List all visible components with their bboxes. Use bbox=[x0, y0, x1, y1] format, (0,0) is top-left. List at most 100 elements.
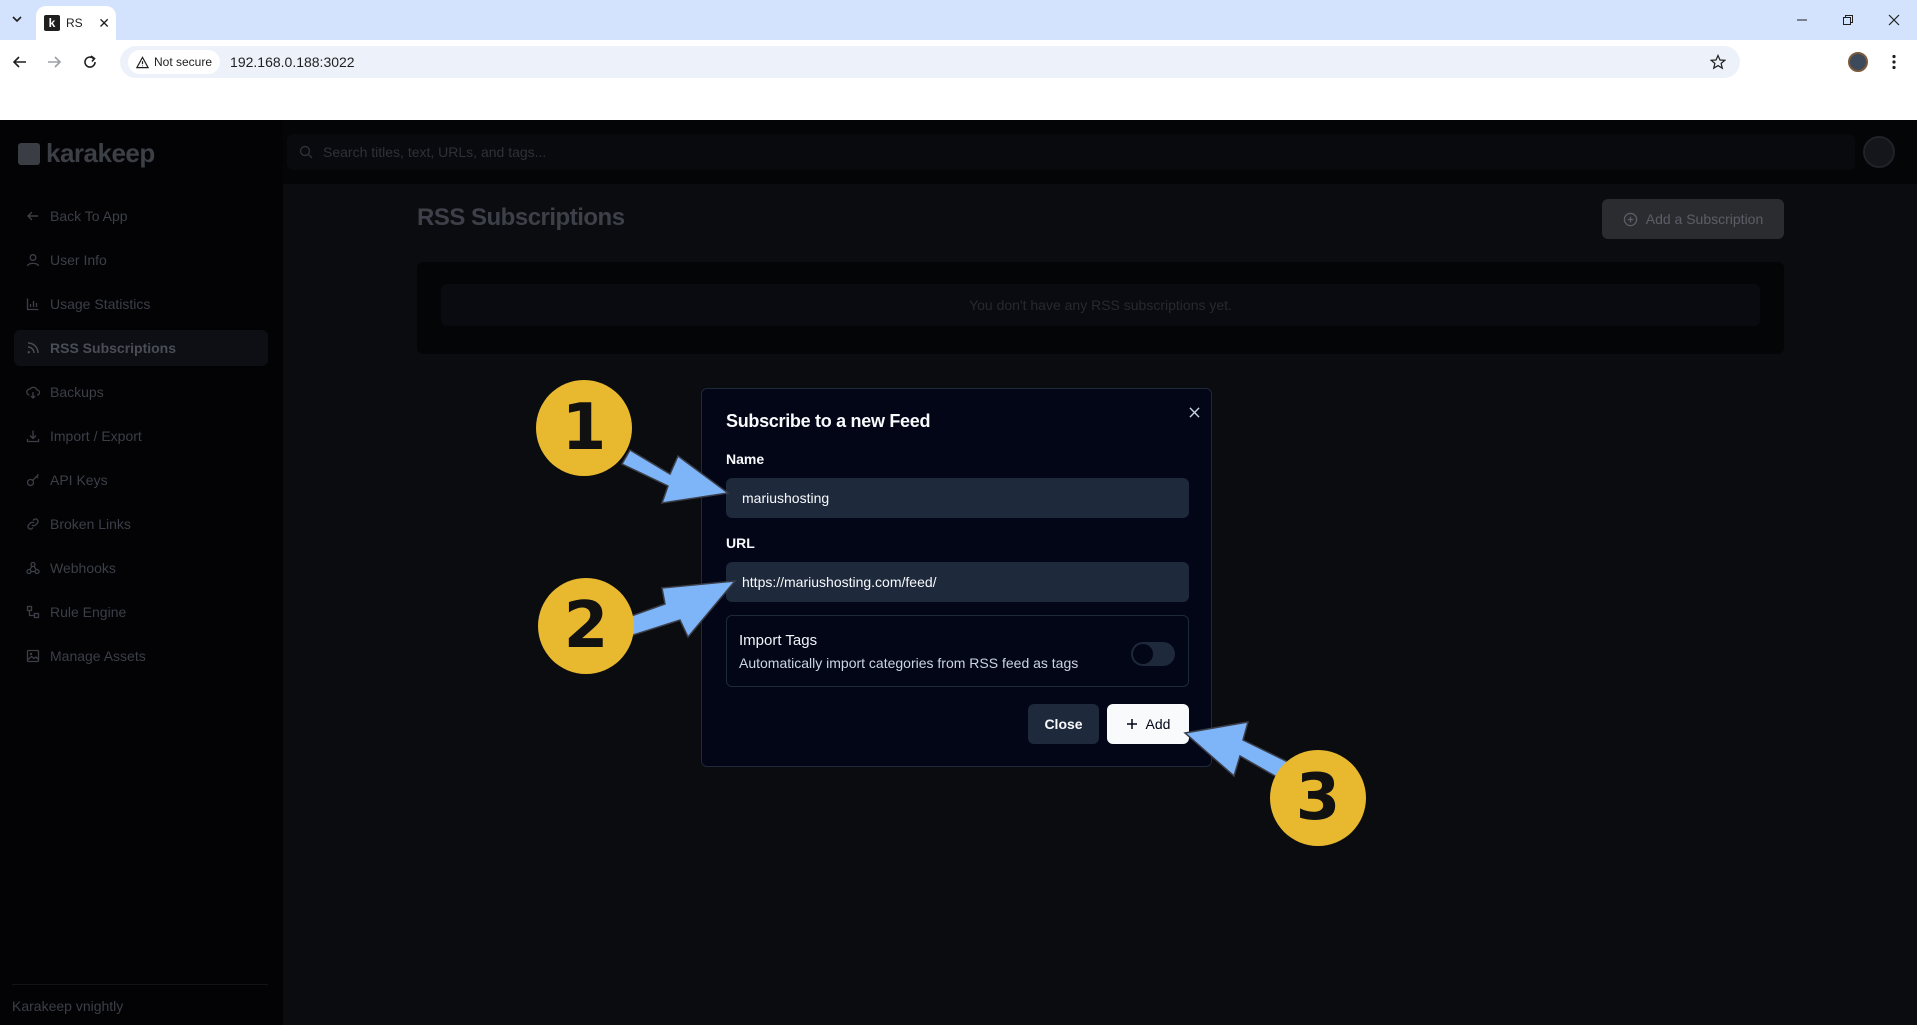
search-icon bbox=[299, 145, 313, 159]
add-subscription-label: Add a Subscription bbox=[1645, 211, 1764, 227]
sidebar-item-rss-subscriptions[interactable]: RSS Subscriptions bbox=[14, 330, 268, 366]
sidebar-item-api-keys[interactable]: API Keys bbox=[14, 462, 268, 498]
arrow-right-icon bbox=[48, 56, 62, 68]
name-input[interactable]: mariushosting bbox=[726, 478, 1189, 518]
sidebar-divider bbox=[12, 984, 268, 985]
sidebar-item-backups[interactable]: Backups bbox=[14, 374, 268, 410]
image-icon bbox=[26, 649, 40, 663]
import-tags-description: Automatically import categories from RSS… bbox=[739, 655, 1079, 671]
arrow-left-icon bbox=[12, 56, 26, 68]
sidebar-item-label: Back To App bbox=[50, 208, 128, 224]
close-button[interactable]: Close bbox=[1028, 704, 1099, 744]
more-vertical-icon bbox=[1892, 54, 1896, 70]
tab-title: RS bbox=[66, 16, 83, 30]
address-bar[interactable]: Not secure 192.168.0.188:3022 bbox=[120, 46, 1740, 78]
dialog-title: Subscribe to a new Feed bbox=[726, 411, 931, 431]
close-icon bbox=[1188, 406, 1200, 418]
back-button[interactable] bbox=[8, 50, 32, 74]
karakeep-favicon-icon: k bbox=[44, 15, 60, 31]
reload-button[interactable] bbox=[78, 50, 102, 74]
app-version: Karakeep vnightly bbox=[12, 998, 124, 1014]
user-icon bbox=[26, 253, 40, 267]
minimize-icon bbox=[1797, 19, 1807, 21]
page-title: RSS Subscriptions bbox=[417, 204, 625, 231]
switch-knob bbox=[1133, 644, 1153, 664]
sidebar-item-broken-links[interactable]: Broken Links bbox=[14, 506, 268, 542]
sidebar-item-label: User Info bbox=[50, 252, 107, 268]
browser-tab-active[interactable]: k RS ✕ bbox=[36, 6, 116, 40]
restore-button[interactable] bbox=[1825, 0, 1871, 40]
sidebar-item-label: Usage Statistics bbox=[50, 296, 151, 312]
warning-icon bbox=[136, 55, 149, 68]
sidebar: karakeep Back To App User Info Usage Stati… bbox=[0, 120, 283, 1025]
import-tags-title: Import Tags bbox=[739, 632, 818, 649]
sidebar-item-label: Webhooks bbox=[50, 560, 116, 576]
sidebar-item-label: Rule Engine bbox=[50, 604, 127, 620]
star-icon bbox=[1710, 54, 1726, 70]
subscriptions-card: You don't have any RSS subscriptions yet… bbox=[417, 262, 1784, 354]
link-icon bbox=[26, 517, 40, 531]
tab-close-icon[interactable]: ✕ bbox=[98, 15, 110, 32]
brand[interactable]: karakeep bbox=[18, 138, 155, 169]
profile-avatar[interactable] bbox=[1848, 52, 1868, 72]
browser-tabstrip: k RS ✕ bbox=[0, 0, 1917, 40]
sidebar-item-user-info[interactable]: User Info bbox=[14, 242, 268, 278]
sidebar-item-label: Broken Links bbox=[50, 516, 131, 532]
karakeep-logo-icon bbox=[18, 142, 40, 165]
reload-icon bbox=[84, 55, 96, 68]
import-tags-setting: Import Tags Automatically import categor… bbox=[726, 615, 1189, 687]
tab-search-button[interactable] bbox=[6, 8, 28, 30]
app-topbar: Search titles, text, URLs, and tags... bbox=[283, 120, 1917, 184]
sidebar-item-label: RSS Subscriptions bbox=[50, 340, 177, 356]
close-icon bbox=[1888, 14, 1900, 26]
search-input[interactable]: Search titles, text, URLs, and tags... bbox=[287, 134, 1855, 170]
arrow-left-icon bbox=[26, 209, 40, 223]
sidebar-item-webhooks[interactable]: Webhooks bbox=[14, 550, 268, 586]
dialog-close-button[interactable] bbox=[1185, 403, 1203, 421]
security-chip[interactable]: Not secure bbox=[128, 50, 221, 74]
sidebar-item-back-to-app[interactable]: Back To App bbox=[14, 198, 268, 234]
search-placeholder: Search titles, text, URLs, and tags... bbox=[323, 144, 547, 160]
sidebar-item-label: API Keys bbox=[50, 472, 108, 488]
settings-nav: Back To App User Info Usage Statistics RSS … bbox=[14, 198, 268, 682]
add-subscription-button[interactable]: Add a Subscription bbox=[1602, 199, 1784, 239]
sidebar-item-rule-engine[interactable]: Rule Engine bbox=[14, 594, 268, 630]
browser-menu-button[interactable] bbox=[1882, 50, 1906, 74]
subscribe-feed-dialog: Subscribe to a new Feed Name mariushosti… bbox=[701, 388, 1212, 767]
security-label: Not secure bbox=[154, 55, 213, 69]
plus-circle-icon bbox=[1623, 212, 1637, 226]
url-input[interactable]: https://mariushosting.com/feed/ bbox=[726, 562, 1189, 602]
bar-chart-icon bbox=[26, 297, 40, 311]
chevron-down-icon bbox=[12, 16, 22, 23]
bookmark-star-button[interactable] bbox=[1708, 52, 1728, 72]
import-tags-switch[interactable] bbox=[1131, 642, 1175, 666]
name-label: Name bbox=[726, 451, 765, 467]
close-window-button[interactable] bbox=[1871, 0, 1917, 40]
webhook-icon bbox=[26, 561, 40, 575]
url-label: URL bbox=[726, 535, 755, 551]
sidebar-item-label: Import / Export bbox=[50, 428, 142, 444]
restore-icon bbox=[1843, 15, 1853, 25]
url-text: 192.168.0.188:3022 bbox=[230, 54, 355, 70]
browser-toolbar: Not secure 192.168.0.188:3022 bbox=[0, 40, 1917, 84]
download-icon bbox=[26, 429, 40, 443]
empty-state-message: You don't have any RSS subscriptions yet… bbox=[441, 284, 1760, 326]
sidebar-item-label: Backups bbox=[50, 384, 104, 400]
url-value: https://mariushosting.com/feed/ bbox=[742, 574, 937, 590]
minimize-button[interactable] bbox=[1779, 0, 1825, 40]
bookmarks-bar bbox=[0, 84, 1917, 120]
brand-name: karakeep bbox=[46, 138, 155, 168]
rss-icon bbox=[26, 341, 40, 355]
sidebar-item-usage-statistics[interactable]: Usage Statistics bbox=[14, 286, 268, 322]
name-value: mariushosting bbox=[742, 490, 830, 506]
sidebar-item-import-export[interactable]: Import / Export bbox=[14, 418, 268, 454]
plus-icon bbox=[1126, 719, 1137, 729]
cloud-download-icon bbox=[26, 385, 40, 399]
add-button[interactable]: Add bbox=[1107, 704, 1189, 744]
key-icon bbox=[26, 473, 40, 487]
sidebar-item-manage-assets[interactable]: Manage Assets bbox=[14, 638, 268, 674]
forward-button[interactable] bbox=[42, 50, 66, 74]
workflow-icon bbox=[26, 605, 40, 619]
user-avatar[interactable] bbox=[1863, 136, 1895, 168]
sidebar-item-label: Manage Assets bbox=[50, 648, 146, 664]
